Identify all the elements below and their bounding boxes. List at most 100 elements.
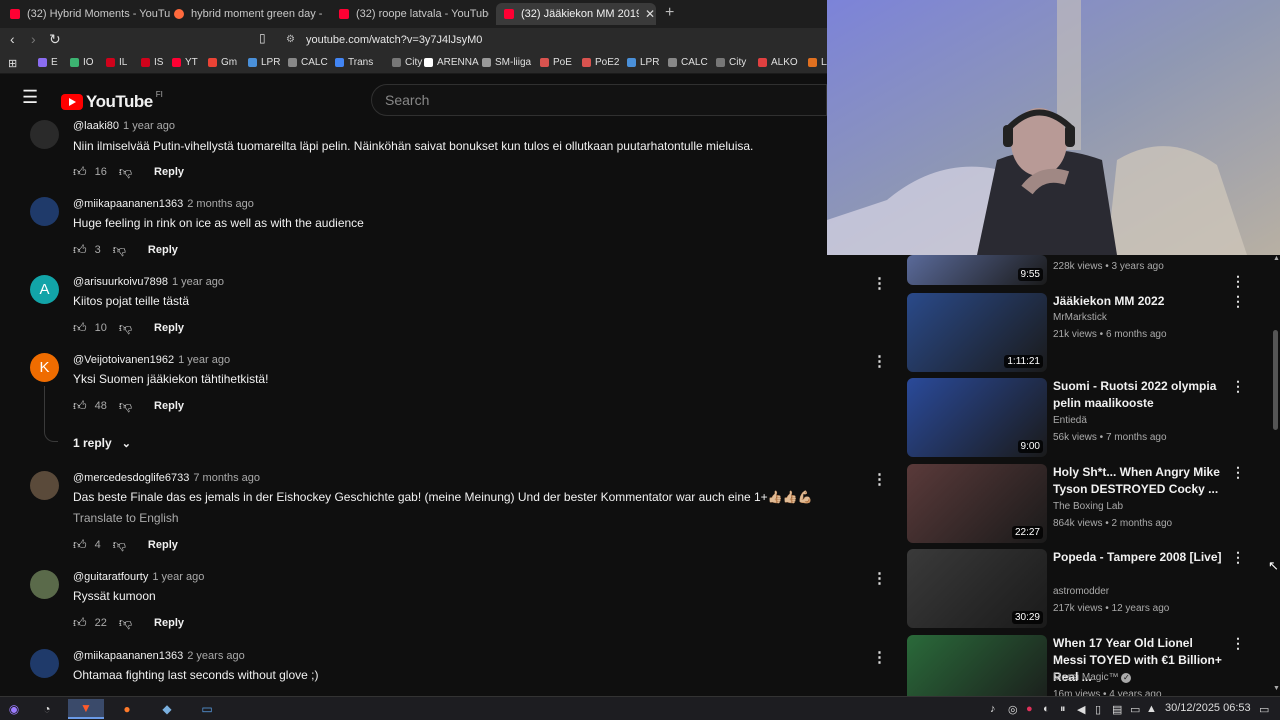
back-icon[interactable]: ‹ [10, 31, 15, 47]
tab-hybrid-moments[interactable]: (32) Hybrid Moments - YouTube [10, 3, 170, 25]
scrollbar-thumb[interactable] [1273, 330, 1278, 430]
scroll-down-icon[interactable]: ▼ [1273, 685, 1280, 692]
related-video-item[interactable]: 1:11:21 Jääkiekon MM 2022 MrMarkstick 21k v… [907, 293, 1257, 373]
bookmark-item[interactable]: LPR [248, 57, 280, 68]
scrollbar[interactable]: ▲ ▼ [1271, 255, 1280, 696]
show-desktop-icon[interactable]: ▭ [1259, 703, 1269, 716]
search-input[interactable]: Search [371, 84, 827, 116]
bookmark-item[interactable]: YT [172, 57, 198, 68]
video-thumbnail[interactable]: 9:55 [907, 255, 1047, 285]
comment-menu-icon[interactable]: ⋮ [872, 648, 887, 666]
tab-roope-latvala[interactable]: (32) roope latvala - YouTube [339, 3, 489, 25]
related-video-item[interactable]: 30:29 Popeda - Tampere 2008 [Live] astromo… [907, 549, 1257, 629]
dislike-icon[interactable]: 👎︎ [113, 537, 126, 553]
video-title[interactable]: Jääkiekon MM 2022 [1053, 293, 1223, 310]
video-menu-icon[interactable]: ⋮ [1231, 293, 1245, 310]
video-menu-icon[interactable]: ⋮ [1231, 273, 1245, 290]
commenter-avatar[interactable] [30, 120, 59, 149]
steam-tray-icon[interactable]: ◎ [1008, 703, 1018, 716]
commenter-avatar[interactable]: K [30, 353, 59, 382]
clipboard-tray-icon[interactable]: ▤ [1112, 703, 1122, 716]
start-menu-icon[interactable]: ◉ [0, 699, 28, 719]
bookmark-item[interactable]: Trans [335, 57, 373, 68]
bookmark-item[interactable]: IL [106, 57, 127, 68]
video-channel[interactable]: astromodder [1053, 586, 1109, 597]
bookmark-item[interactable]: IO [70, 57, 94, 68]
steam-icon[interactable]: ◆ [152, 699, 182, 719]
video-title[interactable]: Popeda - Tampere 2008 [Live] [1053, 549, 1223, 566]
like-icon[interactable]: 👍︎ [73, 398, 87, 414]
bookmark-item[interactable]: ALKO [758, 57, 798, 68]
display-tray-icon[interactable]: ▭ [1130, 703, 1140, 716]
comment-author[interactable]: @arisuurkoivu7898 1 year ago [73, 276, 224, 288]
commenter-avatar[interactable] [30, 197, 59, 226]
video-menu-icon[interactable]: ⋮ [1231, 464, 1245, 481]
comment-timestamp[interactable]: 1 year ago [172, 276, 224, 288]
video-menu-icon[interactable]: ⋮ [1231, 549, 1245, 566]
tab-brave-search[interactable]: hybrid moment green day - Bra [174, 3, 324, 25]
commenter-avatar[interactable]: A [30, 275, 59, 304]
hamburger-menu-icon[interactable]: ☰ [22, 88, 38, 106]
reply-button[interactable]: Reply [154, 166, 184, 178]
like-icon[interactable]: 👍︎ [73, 242, 87, 258]
comment-timestamp[interactable]: 2 years ago [187, 650, 244, 662]
comment-timestamp[interactable]: 1 year ago [152, 571, 204, 583]
video-channel[interactable]: The Boxing Lab [1053, 501, 1123, 512]
record-tray-icon[interactable]: ● [1026, 703, 1033, 715]
comment-timestamp[interactable]: 1 year ago [123, 120, 175, 132]
dislike-icon[interactable]: 👎︎ [119, 320, 132, 336]
bookmark-item[interactable]: CALC [668, 57, 708, 68]
device-tray-icon[interactable]: ▯ [1095, 703, 1101, 716]
new-tab-button[interactable]: + [665, 4, 674, 22]
commenter-avatar[interactable] [30, 471, 59, 500]
bookmark-item[interactable]: PoE2 [582, 57, 619, 68]
youtube-logo[interactable]: YouTube FI [61, 90, 163, 112]
commenter-avatar[interactable] [30, 570, 59, 599]
like-icon[interactable]: 👍︎ [73, 164, 87, 180]
network-tray-icon[interactable]: ◐ [1043, 703, 1050, 715]
system-monitor-icon[interactable]: ◔ [32, 699, 62, 719]
video-menu-icon[interactable]: ⋮ [1231, 635, 1245, 652]
bookmark-item[interactable]: Gm [208, 57, 237, 68]
bookmark-item[interactable]: CALC [288, 57, 328, 68]
file-manager-icon[interactable]: ▭ [192, 699, 222, 719]
reply-button[interactable]: Reply [154, 617, 184, 629]
translate-link[interactable]: Translate to English [73, 511, 179, 525]
bookmark-item[interactable]: LPR [627, 57, 659, 68]
like-icon[interactable]: 👍︎ [73, 320, 87, 336]
commenter-avatar[interactable] [30, 649, 59, 678]
comment-author[interactable]: @guitaratfourty 1 year ago [73, 571, 204, 583]
scroll-up-icon[interactable]: ▲ [1273, 255, 1280, 262]
related-video-item[interactable]: 9:00 Suomi - Ruotsi 2022 olympia pelin ma… [907, 378, 1257, 458]
reply-button[interactable]: Reply [154, 322, 184, 334]
like-icon[interactable]: 👍︎ [73, 615, 87, 631]
reload-icon[interactable]: ↻ [49, 31, 61, 48]
related-video-item[interactable]: 9:55 228k views • 3 years ago [907, 255, 1257, 285]
bookmark-item[interactable]: PoE [540, 57, 572, 68]
bookmark-item[interactable]: SM-liiga [482, 57, 531, 68]
related-video-item[interactable]: 22:27 Holy Sh*t... When Angry Mike Tyson … [907, 464, 1257, 544]
video-channel[interactable]: Entiedä [1053, 415, 1087, 426]
comment-menu-icon[interactable]: ⋮ [872, 274, 887, 292]
reply-button[interactable]: Reply [148, 244, 178, 256]
dislike-icon[interactable]: 👎︎ [119, 615, 132, 631]
notification-bell-icon[interactable]: ♪ [990, 703, 996, 715]
media-tray-icon[interactable]: ⏸ [1060, 703, 1066, 716]
comment-author[interactable]: @mercedesdoglife6733 7 months ago [73, 472, 260, 484]
video-channel[interactable]: MrMarkstick [1053, 312, 1107, 323]
video-title[interactable]: Holy Sh*t... When Angry Mike Tyson DESTR… [1053, 464, 1223, 498]
bookmark-icon[interactable]: ▯ [259, 31, 266, 45]
video-thumbnail[interactable]: 22:27 [907, 464, 1047, 543]
lock-tray-icon[interactable]: ▲ [1146, 703, 1157, 715]
view-replies-button[interactable]: 1 reply ⌄ [73, 436, 131, 450]
comment-timestamp[interactable]: 1 year ago [178, 354, 230, 366]
brave-browser-icon[interactable]: ▼ [68, 699, 104, 719]
bookmark-item[interactable]: City [392, 57, 422, 68]
comment-timestamp[interactable]: 2 months ago [187, 198, 254, 210]
video-title[interactable]: Suomi - Ruotsi 2022 olympia pelin maalik… [1053, 378, 1223, 412]
video-thumbnail[interactable]: 30:29 [907, 549, 1047, 628]
clock[interactable]: 30/12/2025 06:53 [1165, 702, 1251, 714]
dislike-icon[interactable]: 👎︎ [119, 164, 132, 180]
comment-menu-icon[interactable]: ⋮ [872, 470, 887, 488]
firefox-icon[interactable]: ● [112, 699, 142, 719]
